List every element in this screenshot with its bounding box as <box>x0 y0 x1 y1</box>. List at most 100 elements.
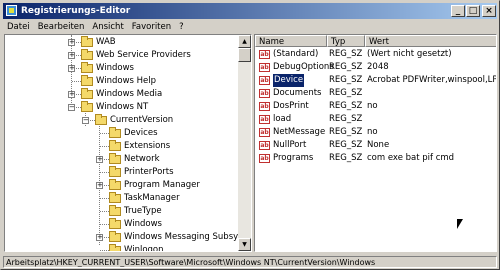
folder-icon <box>109 140 121 151</box>
maximize-button[interactable]: □ <box>466 5 480 17</box>
value-data: 2048 <box>367 62 389 72</box>
value-name: DosPrint <box>273 101 309 111</box>
value-type: REG_SZ <box>329 62 363 72</box>
expand-plus-icon[interactable]: + <box>68 39 75 46</box>
tree-item-label: TrueType <box>124 206 162 216</box>
value-name: Programs <box>273 153 314 163</box>
folder-icon <box>109 244 121 251</box>
folder-icon <box>81 49 93 60</box>
tree-item-label: Windows Help <box>96 76 157 86</box>
string-value-icon: ab <box>259 128 270 137</box>
menu-edit[interactable]: Bearbeiten <box>34 20 89 34</box>
tree-item-label: CurrentVersion <box>110 115 174 125</box>
value-type: REG_SZ <box>329 49 363 59</box>
string-value-icon: ab <box>259 89 270 98</box>
scroll-up-arrow-icon[interactable]: ▲ <box>238 35 251 48</box>
expand-plus-icon[interactable]: + <box>68 52 75 59</box>
tree-item-label: Windows <box>96 63 134 73</box>
value-type: REG_SZ <box>329 140 363 150</box>
folder-icon <box>81 36 93 47</box>
expand-plus-icon[interactable]: + <box>68 65 75 72</box>
window-title: Registrierungs-Editor <box>21 6 131 16</box>
menu-file[interactable]: Datei <box>3 20 34 34</box>
column-header-type[interactable]: Typ <box>327 35 365 47</box>
value-data: no <box>367 127 378 137</box>
folder-icon <box>81 101 93 112</box>
tree-item-label: Devices <box>124 128 158 138</box>
value-data: None <box>367 140 390 150</box>
tree-item-label: PrinterPorts <box>124 167 174 177</box>
folder-icon <box>109 205 121 216</box>
value-row[interactable]: ab Programs REG_SZ com exe bat pif cmd <box>255 152 496 165</box>
expand-plus-icon[interactable]: + <box>96 234 103 241</box>
value-type: REG_SZ <box>329 127 363 137</box>
close-button[interactable]: × <box>482 5 496 17</box>
column-header-value[interactable]: Wert <box>365 35 496 47</box>
folder-icon <box>95 114 107 125</box>
scroll-down-arrow-icon[interactable]: ▼ <box>238 238 251 251</box>
value-type: REG_SZ <box>329 114 363 124</box>
value-row[interactable]: ab Documents REG_SZ <box>255 87 496 100</box>
folder-icon <box>81 88 93 99</box>
value-data: Acrobat PDFWriter,winspool,LPT1: <box>367 75 497 85</box>
value-type: REG_SZ <box>329 153 363 163</box>
mouse-cursor-icon <box>457 219 463 229</box>
value-row[interactable]: ab NullPort REG_SZ None <box>255 139 496 152</box>
value-name: Documents <box>273 88 322 98</box>
tree-item-label: Winlogon <box>124 245 164 252</box>
value-name: NullPort <box>273 140 307 150</box>
menu-favorites[interactable]: Favoriten <box>128 20 175 34</box>
string-value-icon: ab <box>259 63 270 72</box>
folder-icon <box>109 166 121 177</box>
tree-item-label: Windows Messaging Subsystem <box>124 232 252 242</box>
value-row[interactable]: ab Device REG_SZ Acrobat PDFWriter,winspool… <box>255 73 497 88</box>
tree-item-label: Network <box>124 154 160 164</box>
folder-icon <box>109 231 121 242</box>
tree-item-label: Windows Media <box>96 89 163 99</box>
menu-help[interactable]: ? <box>175 20 188 34</box>
column-header-name[interactable]: Name <box>255 35 327 47</box>
value-type: REG_SZ <box>329 75 363 85</box>
tree-item-label: Program Manager <box>124 180 200 190</box>
string-value-icon: ab <box>259 50 270 59</box>
status-bar: Arbeitsplatz\HKEY_CURRENT_USER\Software\… <box>3 256 497 268</box>
tree-scrollbar[interactable]: ▲ ▼ <box>238 35 251 251</box>
regedit-app-icon <box>6 5 17 16</box>
folder-icon <box>109 192 121 203</box>
expand-plus-icon[interactable]: + <box>96 182 103 189</box>
string-value-icon: ab <box>259 102 270 111</box>
expand-plus-icon[interactable]: + <box>68 91 75 98</box>
registry-editor-window: Registrierungs-Editor _ □ × Datei Bearbei… <box>0 0 500 270</box>
folder-icon <box>81 62 93 73</box>
value-data: com exe bat pif cmd <box>367 153 455 163</box>
tree-item-label: TaskManager <box>124 193 180 203</box>
value-data: no <box>367 101 378 111</box>
value-row[interactable]: ab DosPrint REG_SZ no <box>255 100 496 113</box>
value-name: DebugOptions <box>273 62 334 72</box>
string-value-icon: ab <box>259 154 270 163</box>
tree-pane[interactable]: + WAB + Web Service Providers + Windows Window… <box>4 34 252 252</box>
value-row[interactable]: ab NetMessage REG_SZ no <box>255 126 496 139</box>
menu-bar: Datei Bearbeiten Ansicht Favoriten? <box>3 20 497 34</box>
value-row[interactable]: ab DebugOptions REG_SZ 2048 <box>255 61 496 74</box>
scroll-thumb[interactable] <box>238 48 251 62</box>
menu-view[interactable]: Ansicht <box>88 20 127 34</box>
title-bar[interactable]: Registrierungs-Editor _ □ × <box>3 3 497 19</box>
minimize-button[interactable]: _ <box>451 5 465 17</box>
folder-icon <box>109 179 121 190</box>
value-type: REG_SZ <box>329 101 363 111</box>
value-data: (Wert nicht gesetzt) <box>367 49 452 59</box>
value-name: (Standard) <box>273 49 319 59</box>
value-row[interactable]: ab (Standard) REG_SZ (Wert nicht gesetzt) <box>255 48 496 61</box>
expand-plus-icon[interactable]: + <box>96 156 103 163</box>
tree-item-label: Windows <box>124 219 162 229</box>
value-row[interactable]: ab load REG_SZ <box>255 113 496 126</box>
tree-item-label: Windows NT <box>96 102 149 112</box>
tree-item-label: Extensions <box>124 141 171 151</box>
folder-icon <box>81 75 93 86</box>
collapse-minus-icon[interactable]: − <box>68 104 75 111</box>
folder-icon <box>109 127 121 138</box>
collapse-minus-icon[interactable]: − <box>82 117 89 124</box>
value-type: REG_SZ <box>329 88 363 98</box>
folder-icon <box>109 153 121 164</box>
